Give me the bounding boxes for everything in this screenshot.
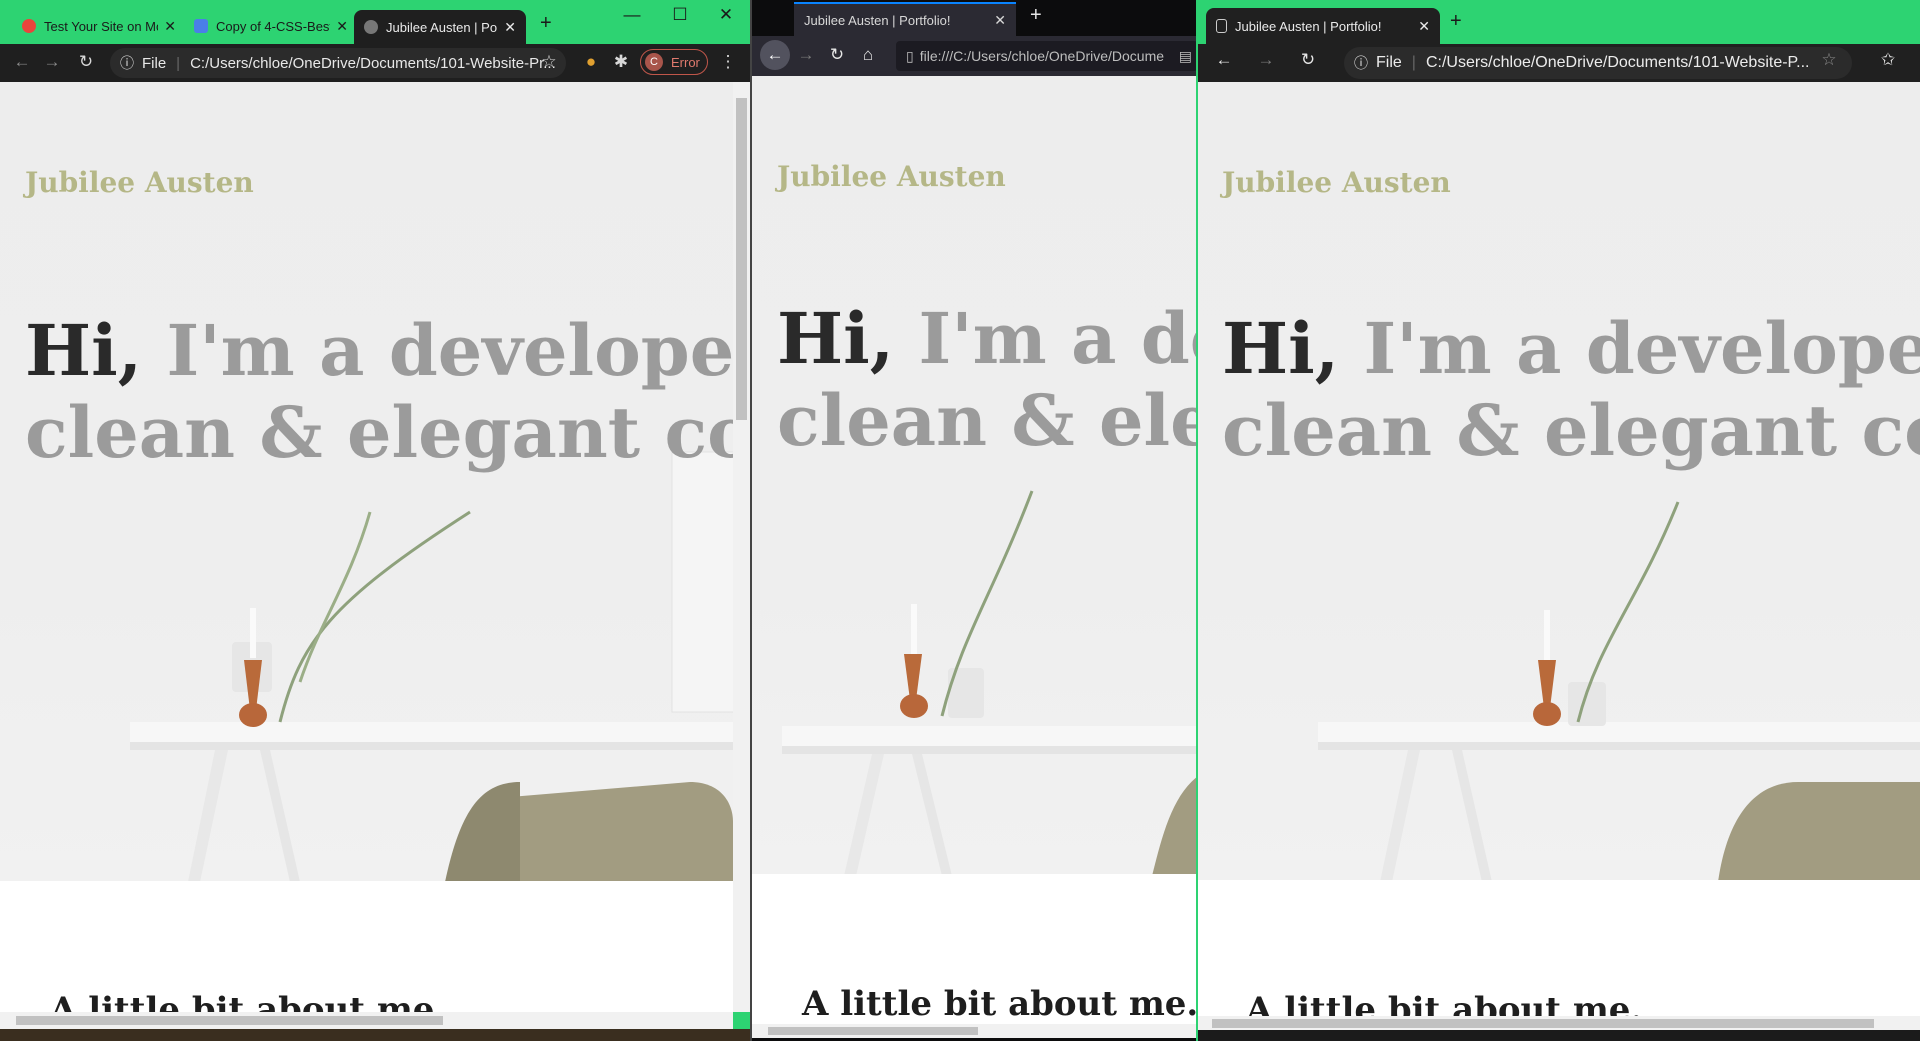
hero-section: Jubilee Austen Hi, I'm a developer th cl… [0,82,733,881]
avatar: C [645,53,663,71]
new-tab-button[interactable]: + [1450,10,1462,33]
firefox-window-middle: Jubilee Austen | Portfolio! ✕ + ← → ↻ ⌂ … [750,0,1196,1041]
back-button[interactable]: ← [760,40,790,70]
tab-jubilee-active[interactable]: Jubilee Austen | Portfolio! ✕ [794,2,1016,36]
back-icon[interactable]: ← [10,53,34,70]
site-logo[interactable]: Jubilee Austen [25,166,254,199]
forward-icon[interactable]: → [1254,51,1278,68]
scrollbar-thumb[interactable] [16,1016,443,1025]
tab-favicon-icon [22,19,36,33]
vertical-scrollbar[interactable] [733,82,750,1012]
tab-title: Copy of 4-CSS-Best- [216,18,331,34]
menu-icon[interactable]: ⋮ [716,53,740,70]
about-heading: A little bit about me. [50,990,447,1012]
address-bar[interactable]: ⓘ File | C:/Users/chloe/OneDrive/Documen… [1344,47,1852,79]
back-icon: ← [766,45,784,64]
desk-photo [130,451,733,881]
extensions-icon[interactable]: ✱ [609,53,633,70]
tab-title: Test Your Site on Mo [44,18,159,34]
minimize-icon[interactable]: — [620,6,644,23]
page-icon [1216,19,1227,33]
address-scheme: File [142,54,167,72]
forward-icon[interactable]: → [794,46,818,63]
address-url: C:/Users/chloe/OneDrive/Documents/101-We… [1425,54,1810,71]
tab-close-icon[interactable]: ✕ [164,18,176,35]
profile-status: Error [671,54,700,70]
page-viewport: Jubilee Austen Hi, I'm a developer th cl… [1198,82,1920,1016]
scrollbar-thumb[interactable] [1212,1019,1874,1028]
tab-close-icon[interactable]: ✕ [994,12,1006,29]
hero-line2: clean & elega [777,379,1196,462]
tab-close-icon[interactable]: ✕ [1418,18,1430,35]
site-logo[interactable]: Jubilee Austen [1222,166,1451,199]
hero-hi: Hi, [777,297,895,380]
tab-test-your-site[interactable]: Test Your Site on Mo ✕ [14,12,184,40]
scrollbar-thumb[interactable] [768,1027,978,1035]
address-separator: | [176,54,181,72]
horizontal-scrollbar[interactable] [1198,1016,1920,1030]
hero-line2: clean & elegant code. [25,391,733,474]
tab-close-icon[interactable]: ✕ [504,19,516,36]
address-bar[interactable]: ▯ file:///C:/Users/chloe/OneDrive/Docume… [896,41,1196,71]
page-icon: ▯ [906,47,914,64]
add-favorite-icon[interactable]: ☆ [1817,51,1841,68]
reload-icon[interactable]: ↻ [825,46,849,63]
tab-jubilee-active[interactable]: Jubilee Austen | Portfolio! ✕ [1206,8,1440,44]
hero-line2: clean & elegant code [1222,389,1920,472]
extension-cookie-icon[interactable]: ● [579,53,603,70]
home-icon[interactable]: ⌂ [856,46,880,63]
new-tab-button[interactable]: + [540,12,552,35]
back-icon[interactable]: ← [1212,51,1236,68]
favorites-icon[interactable]: ✩ [1876,51,1900,68]
horizontal-scrollbar[interactable] [752,1024,1196,1038]
forward-icon[interactable]: → [40,53,64,70]
address-bar[interactable]: ⓘ File | C:/Users/chloe/OneDrive/Documen… [110,48,566,78]
hero-headline: Hi, I'm a dev clean & elega [777,298,1196,462]
page-viewport: Jubilee Austen Hi, I'm a dev clean & ele… [752,76,1196,1024]
profile-error-button[interactable]: C Error [640,49,708,75]
docs-icon [194,19,208,33]
tab-title: Jubilee Austen | Port [386,19,499,35]
maximize-icon[interactable]: ☐ [668,6,692,23]
info-icon[interactable]: ⓘ [1354,53,1368,73]
window-bottom-edge [1198,1030,1920,1041]
reader-icon[interactable]: ▤ [1179,48,1192,65]
hero-line1: I'm a developer th [1363,307,1920,390]
tab-jubilee-active[interactable]: Jubilee Austen | Port ✕ [354,10,526,44]
about-heading: A little bit about me. [1246,990,1643,1016]
chrome-window-left: Test Your Site on Mo ✕ Copy of 4-CSS-Bes… [0,0,750,1041]
hero-headline: Hi, I'm a developer th clean & elegant c… [1222,308,1920,472]
reload-icon[interactable]: ↻ [74,53,98,70]
hero-section: Jubilee Austen Hi, I'm a dev clean & ele… [752,76,1196,874]
hero-hi: Hi, [1222,307,1340,390]
edge-window-right: Jubilee Austen | Portfolio! ✕ + ← → ↻ ⓘ … [1196,0,1920,1041]
globe-icon [364,20,378,34]
desk-photo [1318,501,1920,880]
tab-close-icon[interactable]: ✕ [336,18,348,35]
horizontal-scrollbar[interactable] [0,1012,733,1029]
hero-line1: I'm a dev [918,297,1196,380]
site-logo[interactable]: Jubilee Austen [777,160,1006,193]
scrollbar-thumb[interactable] [736,98,747,420]
hero-section: Jubilee Austen Hi, I'm a developer th cl… [1198,82,1920,880]
close-window-icon[interactable]: ✕ [714,6,738,23]
tab-copy-css[interactable]: Copy of 4-CSS-Best- ✕ [186,12,356,40]
address-scheme: File [1376,54,1402,71]
hero-line1: I'm a developer th [166,309,733,392]
tab-title: Jubilee Austen | Portfolio! [1235,18,1382,34]
new-tab-button[interactable]: + [1030,4,1042,27]
taskbar-strip [0,1029,750,1041]
page-viewport: Jubilee Austen Hi, I'm a developer th cl… [0,82,733,1012]
reload-icon[interactable]: ↻ [1296,51,1320,68]
address-url: C:/Users/chloe/OneDrive/Documents/101-We… [190,54,556,72]
hero-hi: Hi, [25,309,143,392]
star-icon[interactable]: ☆ [537,53,561,70]
address-separator: | [1411,54,1416,71]
info-icon[interactable]: ⓘ [120,53,134,73]
tab-title: Jubilee Austen | Portfolio! [804,12,951,28]
address-url: file:///C:/Users/chloe/OneDrive/Docume [919,48,1165,64]
desk-photo [782,490,1196,874]
about-heading: A little bit about me. [802,984,1196,1024]
hero-headline: Hi, I'm a developer th clean & elegant c… [25,310,733,474]
